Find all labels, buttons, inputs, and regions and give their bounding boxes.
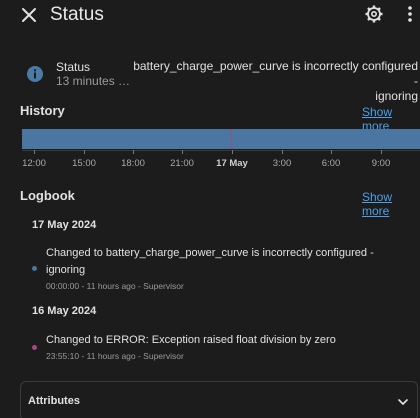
history-axis-tick-label: 6:00	[321, 158, 341, 169]
logbook-entry-message[interactable]: Changed to ERROR: Exception raised float…	[46, 332, 406, 349]
history-axis-tick-label: 17 May	[216, 158, 248, 169]
entity-name: Status	[56, 60, 91, 74]
history-axis-tick-label: 3:00	[272, 158, 292, 169]
logbook-entry-meta: 00:00:00 - 11 hours ago - Supervisor	[46, 281, 184, 291]
logbook-entry-meta: 23:55:10 - 11 hours ago - Supervisor	[46, 351, 184, 361]
info-icon	[26, 65, 44, 83]
close-button[interactable]	[18, 4, 40, 26]
history-axis-tick	[381, 150, 382, 154]
state-value: battery_charge_power_curve is incorrectl…	[128, 59, 418, 104]
dialog-title: Status	[50, 4, 104, 25]
close-icon	[22, 8, 36, 22]
logbook-date-heading: 16 May 2024	[32, 305, 97, 317]
logbook-entry-dot	[32, 266, 37, 271]
state-value-line: battery_charge_power_curve is incorrectl…	[133, 59, 418, 88]
history-axis-tick	[331, 150, 332, 154]
chevron-down-icon	[398, 399, 408, 405]
gear-icon	[365, 5, 383, 23]
history-state-change-marker	[231, 129, 232, 149]
logbook-entry-dot	[32, 345, 37, 350]
history-axis-tick	[84, 150, 85, 154]
history-axis	[22, 150, 420, 151]
attributes-expander[interactable]: Attributes	[20, 381, 418, 418]
history-axis-tick-label: 9:00	[371, 158, 391, 169]
more-vertical-icon	[408, 6, 412, 22]
logbook-entry-message[interactable]: Changed to battery_charge_power_curve is…	[46, 245, 406, 279]
history-heading: History	[20, 103, 65, 118]
more-options-button[interactable]	[405, 4, 415, 24]
settings-button[interactable]	[364, 4, 384, 24]
state-value-line: ignoring	[375, 89, 418, 103]
logbook-entry-message-line: ignoring	[46, 264, 86, 276]
history-axis-tick	[232, 150, 233, 154]
logbook-entry-message-line: Changed to ERROR: Exception raised float…	[46, 334, 336, 346]
history-axis-tick-label: 12:00	[22, 158, 46, 169]
history-axis-tick	[182, 150, 183, 154]
last-changed: 13 minutes …	[56, 74, 131, 88]
history-axis-tick-label: 15:00	[72, 158, 96, 169]
history-timeline-bar[interactable]	[22, 129, 420, 149]
logbook-entry-message-line: Changed to battery_charge_power_curve is…	[46, 247, 374, 259]
history-axis-tick-label: 21:00	[170, 158, 194, 169]
history-axis-tick	[282, 150, 283, 154]
logbook-heading: Logbook	[20, 188, 75, 203]
history-axis-tick-label: 18:00	[121, 158, 145, 169]
history-axis-tick	[133, 150, 134, 154]
attributes-label: Attributes	[28, 395, 80, 407]
logbook-date-heading: 17 May 2024	[32, 219, 97, 231]
history-axis-tick	[34, 150, 35, 154]
logbook-show-more-link[interactable]: Show more	[362, 190, 420, 218]
